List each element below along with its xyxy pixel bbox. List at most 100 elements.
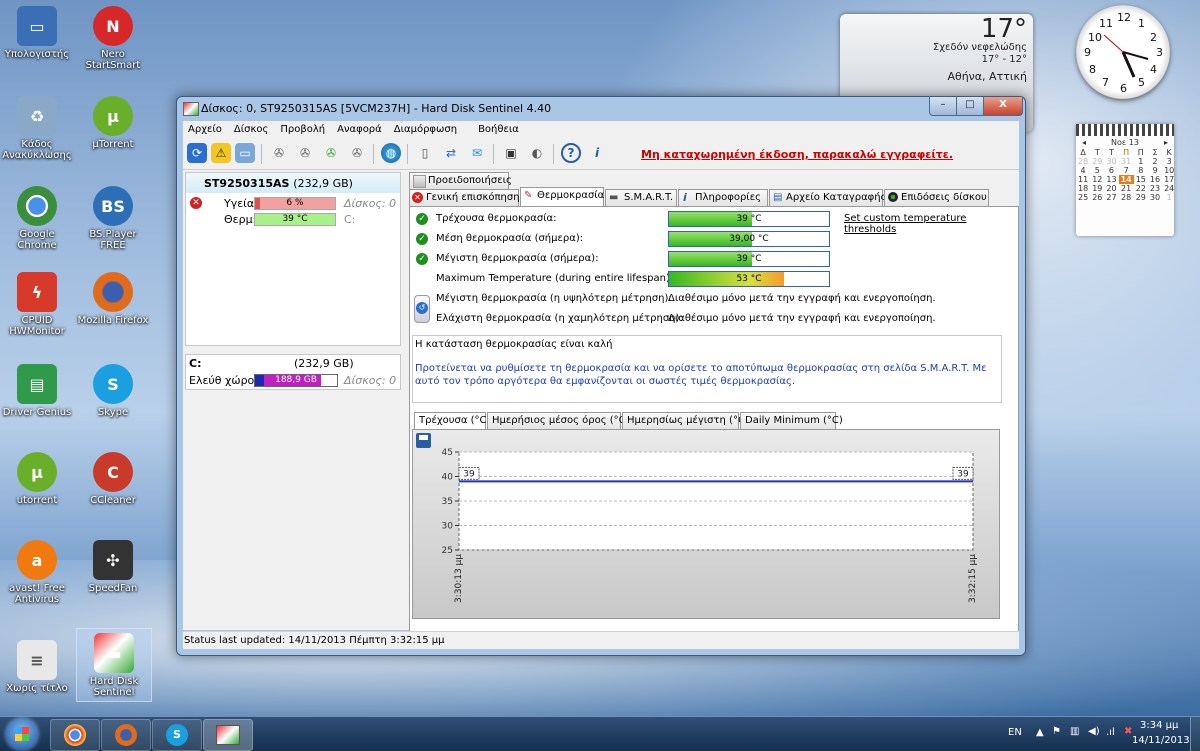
calendar-day[interactable]: 21 (1119, 184, 1134, 193)
tab-performance[interactable]: Επιδόσεις δίσκου (884, 189, 989, 206)
flag-icon[interactable]: ⚑ (1052, 726, 1061, 737)
calendar-prev-icon[interactable]: ◂ (1082, 138, 1086, 147)
desktop-icon-recycle-bin[interactable]: ♻ Κάδος Ανακύκλωσης (0, 96, 74, 161)
desktop-icon-cpuid[interactable]: ϟ CPUID HWMonitor (0, 272, 74, 337)
register-link[interactable]: Μη καταχωρημένη έκδοση, παρακαλώ εγγραφε… (641, 148, 953, 161)
signal-icon[interactable]: .ıl (1106, 727, 1115, 738)
title-bar[interactable]: Δίσκος: 0, ST9250315AS [5VCM237H] - Hard… (177, 97, 1025, 121)
disk-info-icon[interactable]: ▭ (235, 143, 255, 163)
calendar-day[interactable]: 1 (1134, 157, 1148, 166)
monitor-icon[interactable]: ▣ (501, 143, 521, 163)
calendar-day[interactable]: 3 (1162, 157, 1176, 166)
calendar-day[interactable]: 11 (1076, 175, 1090, 184)
satellite-4-icon[interactable]: ✇ (347, 143, 367, 163)
sync-icon[interactable]: ⇄ (441, 143, 461, 163)
graph-tab-daily-max[interactable]: Ημερησίως μέγιστη (°C) (622, 412, 749, 429)
calendar-day[interactable]: 29 (1090, 157, 1104, 166)
taskbar-date[interactable]: 14/11/2013 (1132, 735, 1190, 746)
desktop-icon-driver-genius[interactable]: ▤ Driver Genius (0, 364, 74, 418)
desktop-icon-hard-disk-sentinel[interactable]: ▬ Hard Disk Sentinel (76, 628, 152, 702)
taskbar-time[interactable]: 3:34 μμ (1140, 720, 1178, 731)
desktop-icon-nero[interactable]: N Nero StartSmart (76, 6, 150, 71)
menu-file[interactable]: Αρχείο (183, 121, 229, 135)
desktop-icon-ccleaner[interactable]: C CCleaner (76, 452, 150, 506)
calendar-day[interactable]: 22 (1134, 184, 1148, 193)
tab-smart[interactable]: ▬ S.M.A.R.T. (605, 189, 677, 206)
network-tray-icon[interactable]: ▥ (1070, 726, 1079, 737)
desktop-icon-speedfan[interactable]: ✣ SpeedFan (76, 540, 150, 594)
tab-log[interactable]: ▤ Αρχείο Καταγραφής (769, 189, 886, 206)
calendar-day[interactable]: 20 (1104, 184, 1118, 193)
calendar-day[interactable]: 18 (1076, 184, 1090, 193)
volume-entry[interactable]: C: (232,9 GB) Ελεύθ χώρος 188,9 GB Δίσκο… (185, 354, 401, 390)
info-icon[interactable]: i (587, 143, 607, 163)
desktop-icon-utorrent[interactable]: µ µTorrent (76, 96, 150, 150)
satellite-2-icon[interactable]: ✇ (295, 143, 315, 163)
tab-overview[interactable]: ✕ Γενική επισκόπηση (409, 189, 520, 206)
calendar-day[interactable]: 7 (1119, 166, 1134, 175)
calendar-day[interactable]: 2 (1148, 157, 1162, 166)
desktop-icon-untitled[interactable]: ≡ Χωρίς τίτλο (0, 640, 74, 694)
calendar-day[interactable]: 31 (1119, 157, 1134, 166)
calendar-day[interactable]: 17 (1162, 175, 1176, 184)
satellite-1-icon[interactable]: ✇ (269, 143, 289, 163)
calendar-day[interactable]: 16 (1148, 175, 1162, 184)
calendar-day[interactable]: 24 (1162, 184, 1176, 193)
graph-tab-daily-average[interactable]: Ημερήσιος μέσος όρος (°C) (487, 412, 630, 429)
send-icon[interactable]: ✉ (467, 143, 487, 163)
calendar-day[interactable]: 12 (1090, 175, 1104, 184)
taskbar-hard-disk-sentinel[interactable] (203, 719, 253, 751)
calendar-day[interactable]: 10 (1162, 166, 1176, 175)
start-button[interactable] (6, 718, 38, 750)
speaker-icon[interactable]: ◐ (527, 143, 547, 163)
calendar-day[interactable]: 28 (1076, 157, 1090, 166)
calendar-day[interactable]: 8 (1134, 166, 1148, 175)
tab-information[interactable]: i Πληροφορίες (678, 189, 768, 206)
taskbar-skype[interactable]: S (152, 719, 202, 751)
graph-tab-daily-min[interactable]: Daily Minimum (°C) (740, 412, 843, 429)
tab-warnings[interactable]: Προειδοποιήσεις (409, 172, 512, 189)
calendar-day[interactable]: 28 (1119, 193, 1134, 202)
calendar-day[interactable]: 14 (1118, 175, 1134, 184)
clock-gadget[interactable]: 12 1 2 3 4 5 6 7 8 9 10 11 (1076, 5, 1170, 99)
tab-temperature[interactable]: ✎ Θερμοκρασία (520, 187, 604, 206)
minimize-button[interactable]: – (929, 97, 957, 116)
network-icon[interactable]: ◍ (381, 143, 401, 163)
maximize-button[interactable]: □ (956, 97, 984, 116)
calendar-day[interactable]: 25 (1076, 193, 1090, 202)
volume-icon[interactable]: ◀) (1088, 726, 1100, 737)
calendar-next-icon[interactable]: ▸ (1164, 138, 1168, 147)
calendar-day[interactable]: 29 (1134, 193, 1148, 202)
calendar-day[interactable]: 23 (1148, 184, 1162, 193)
menu-configuration[interactable]: Διαμόρφωση (389, 121, 464, 135)
desktop-icon-chrome[interactable]: Google Chrome (0, 186, 74, 251)
calendar-day[interactable]: 13 (1104, 175, 1118, 184)
graph-tab-current[interactable]: Τρέχουσα (°C) (414, 412, 490, 429)
desktop-icon-bsplayer[interactable]: BS BS.Player FREE (76, 186, 150, 251)
help-icon[interactable]: ? (561, 143, 581, 163)
calendar-day[interactable]: 9 (1148, 166, 1162, 175)
calendar-day[interactable]: 15 (1134, 175, 1148, 184)
calendar-day[interactable]: 26 (1090, 193, 1104, 202)
calendar-day[interactable]: 4 (1076, 166, 1090, 175)
language-indicator[interactable]: EN (1008, 727, 1022, 738)
desktop-icon-computer[interactable]: ▭ Υπολογιστής (0, 6, 74, 60)
menu-report[interactable]: Αναφορά (332, 121, 389, 135)
refresh-icon[interactable]: ⟳ (187, 143, 207, 163)
show-desktop-button[interactable] (1190, 717, 1200, 751)
menu-disk[interactable]: Δίσκος (229, 121, 275, 135)
desktop-icon-utorrent-2[interactable]: µ utorrent (0, 452, 74, 506)
report-icon[interactable]: ▯ (415, 143, 435, 163)
calendar-day[interactable]: 30 (1104, 157, 1118, 166)
taskbar-chrome[interactable] (50, 719, 100, 751)
disk-entry[interactable]: ST9250315AS (232,9 GB) ✕ Υγεία: 6 % Δίσκ… (185, 172, 401, 346)
menu-help[interactable]: Βοήθεια (464, 121, 526, 135)
taskbar-firefox[interactable] (101, 719, 151, 751)
desktop-icon-firefox[interactable]: Mozilla Firefox (76, 272, 150, 326)
calendar-day[interactable]: 19 (1090, 184, 1104, 193)
calendar-gadget[interactable]: ◂ Νοε 13 ▸ Δ Τ Τ Π Π Σ Κ 28 29 30 31 1 2 3 4 5 6 7 8 9 10 11 1… (1076, 124, 1174, 236)
calendar-day[interactable]: 5 (1090, 166, 1104, 175)
calendar-day[interactable]: 27 (1104, 193, 1118, 202)
close-button[interactable]: X (983, 97, 1023, 116)
calendar-day[interactable]: 1 (1162, 193, 1176, 202)
